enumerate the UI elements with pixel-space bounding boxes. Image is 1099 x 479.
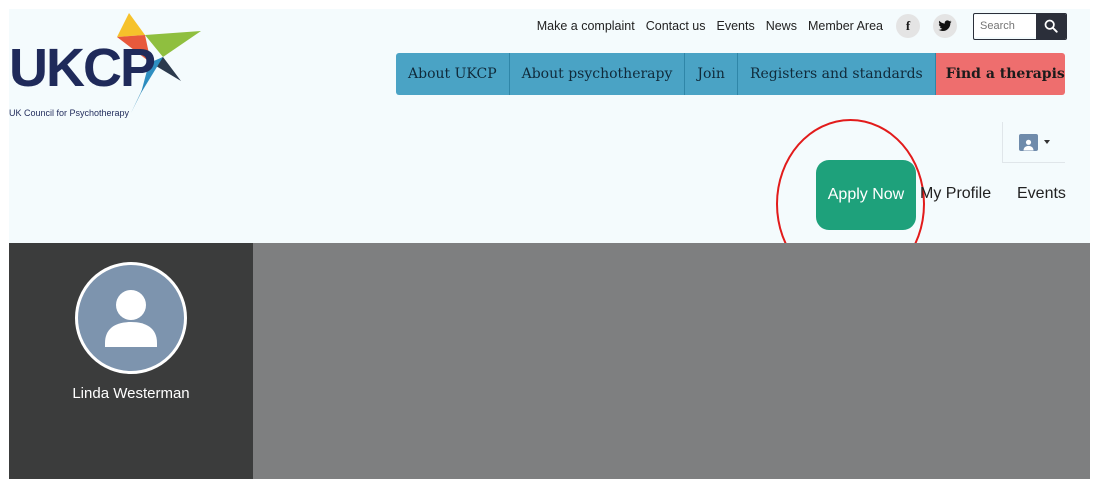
utility-nav: Make a complaint Contact us Events News … [526,12,1067,40]
link-member-area[interactable]: Member Area [808,19,883,33]
facebook-icon[interactable]: f [896,14,920,38]
nav-label: About UKCP [408,66,497,82]
nav-join[interactable]: Join [685,53,738,95]
nav-label: About psychotherapy [521,66,673,82]
link-news[interactable]: News [766,19,797,33]
nav-label: Join [697,66,725,82]
user-icon [1018,133,1038,151]
logo-tagline: UK Council for Psychotherapy [9,108,130,118]
my-profile-link[interactable]: My Profile [920,185,991,203]
user-silhouette [1023,139,1033,150]
ukcp-logo[interactable]: UKCP UK Council for Psychotherapy [9,11,209,126]
nav-find-a-therapist[interactable]: Find a therapist [935,53,1065,95]
facebook-glyph: f [905,18,911,33]
link-make-a-complaint[interactable]: Make a complaint [537,19,635,33]
main-content-area [253,243,1090,479]
profile-user-name: Linda Westerman [72,385,190,402]
twitter-bird-icon [938,20,952,32]
nav-about-psychotherapy[interactable]: About psychotherapy [509,53,686,95]
link-contact-us[interactable]: Contact us [646,19,706,33]
search-box [973,12,1067,40]
apply-now-button[interactable]: Apply Now [816,160,916,230]
user-menu-dropdown[interactable] [1002,122,1065,163]
nav-about-ukcp[interactable]: About UKCP [396,53,510,95]
nav-registers-and-standards[interactable]: Registers and standards [737,53,936,95]
profile-sidebar: Linda Westerman [9,243,253,479]
avatar [75,262,187,374]
page: UKCP UK Council for Psychotherapy Make a… [9,9,1090,479]
nav-label: Find a therapist [945,66,1065,82]
nav-label: Registers and standards [749,66,923,82]
chevron-down-icon [1043,140,1050,144]
logo-wordmark: UKCP [9,38,156,98]
twitter-icon[interactable] [933,14,957,38]
search-button[interactable] [1036,13,1066,39]
search-input[interactable] [974,15,1036,37]
events-link[interactable]: Events [1017,185,1066,203]
main-nav: About UKCP About psychotherapy Join Regi… [396,53,1065,95]
link-events[interactable]: Events [716,19,754,33]
user-avatar-icon [105,290,157,347]
search-icon [1044,19,1058,33]
